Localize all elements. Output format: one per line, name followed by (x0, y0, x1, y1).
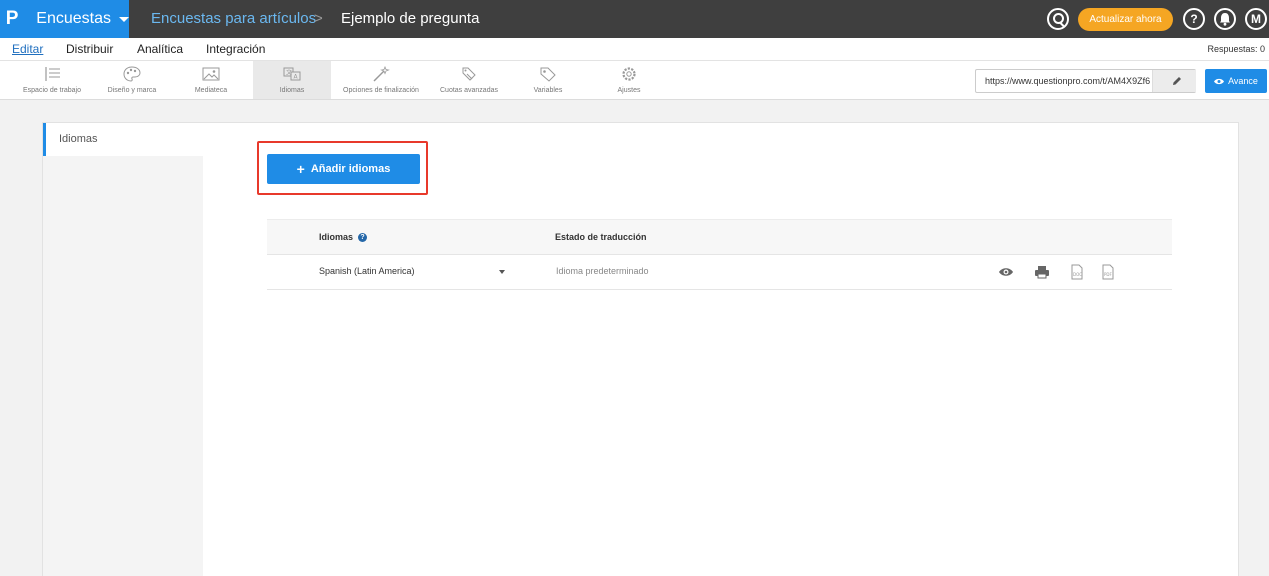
column-header-status: Estado de traducción (555, 232, 647, 242)
translate-icon: 文A (283, 67, 301, 81)
tool-label: Ajustes (617, 87, 641, 94)
tool-finish-options[interactable]: Opciones de finalización (334, 61, 428, 99)
svg-text:文: 文 (286, 69, 292, 77)
tool-advanced-quotas[interactable]: Cuotas avanzadas (431, 61, 507, 99)
top-bar: P Encuestas Encuestas para artículos > E… (0, 0, 1269, 38)
editor-toolbar: Espacio de trabajo Diseño y marca Mediat… (0, 61, 1269, 100)
language-select[interactable]: Spanish (Latin America) (319, 266, 415, 276)
tool-label: Mediateca (194, 87, 228, 94)
survey-url: https://www.questionpro.com/t/AM4X9Zf6 (985, 76, 1151, 86)
palette-icon (123, 66, 141, 82)
eye-icon[interactable] (998, 264, 1014, 280)
tool-design[interactable]: Diseño y marca (96, 61, 168, 99)
tool-label: Opciones de finalización (343, 87, 419, 94)
tool-label: Idiomas (279, 87, 305, 94)
tool-settings[interactable]: Ajustes (593, 61, 665, 99)
pdf-label: PDF (1104, 272, 1112, 277)
sidebar-item-label: Idiomas (59, 133, 98, 145)
breadcrumb-current: Ejemplo de pregunta (341, 10, 480, 27)
pdf-file-icon[interactable]: PDF (1100, 264, 1116, 280)
edit-url-button[interactable] (1152, 70, 1196, 92)
survey-url-field[interactable]: https://www.questionpro.com/t/AM4X9Zf6 (975, 69, 1196, 93)
tool-languages[interactable]: 文A Idiomas (253, 61, 331, 99)
quota-icon (462, 67, 476, 81)
product-switcher[interactable]: P Encuestas (0, 0, 129, 38)
pencil-icon (1173, 77, 1181, 85)
languages-panel: Idiomas (42, 122, 1239, 576)
chevron-down-icon (119, 16, 129, 22)
preview-button[interactable]: Avance (1205, 69, 1267, 93)
bell-glyph (1220, 13, 1230, 26)
product-name: Encuestas (36, 10, 111, 27)
column-label: Idiomas (319, 232, 354, 242)
tool-label: Diseño y marca (107, 87, 157, 94)
languages-table: Idiomas ? Estado de traducción Spanish (… (267, 219, 1172, 290)
breadcrumb-separator: > (314, 10, 323, 27)
breadcrumb-parent[interactable]: Encuestas para artículos (151, 10, 316, 27)
eye-icon (1214, 78, 1225, 84)
section-nav: Editar Distribuir Analítica Integración … (0, 38, 1269, 61)
table-header: Idiomas ? Estado de traducción (267, 219, 1172, 255)
tag-icon (540, 67, 556, 82)
magic-wand-icon (373, 66, 390, 82)
caret-down-icon[interactable] (499, 270, 505, 274)
add-languages-button[interactable]: + Añadir idiomas (267, 154, 420, 184)
help-icon[interactable]: ? (1183, 8, 1205, 30)
tool-label: Variables (533, 87, 563, 94)
questionpro-logo: P (5, 8, 19, 29)
preview-label: Avance (1228, 76, 1258, 86)
nav-item-integration[interactable]: Integración (206, 42, 265, 56)
print-icon[interactable] (1034, 264, 1050, 280)
sidebar-item-languages[interactable]: Idiomas (43, 123, 203, 156)
image-icon (202, 67, 220, 81)
doc-file-icon[interactable]: DOC (1069, 264, 1085, 280)
doc-label: DOC (1073, 272, 1082, 277)
add-languages-label: Añadir idiomas (310, 163, 391, 175)
bell-icon[interactable] (1214, 8, 1236, 30)
responses-count: Respuestas: 0 (1207, 44, 1265, 54)
upgrade-button[interactable]: Actualizar ahora (1078, 8, 1173, 31)
search-icon[interactable] (1047, 8, 1069, 30)
table-row: Spanish (Latin America) Idioma predeterm… (267, 255, 1172, 290)
nav-item-edit[interactable]: Editar (12, 42, 43, 56)
nav-item-distribute[interactable]: Distribuir (66, 42, 113, 56)
column-header-languages: Idiomas ? (319, 232, 368, 242)
translation-status: Idioma predeterminado (556, 266, 649, 276)
sidebar: Idiomas (43, 123, 203, 576)
tool-label: Cuotas avanzadas (440, 87, 498, 94)
avatar[interactable]: M (1245, 8, 1267, 30)
tool-media[interactable]: Mediateca (175, 61, 247, 99)
nav-item-analytics[interactable]: Analítica (137, 42, 183, 56)
workspace-icon (45, 67, 60, 81)
tool-label: Espacio de trabajo (23, 87, 81, 94)
gear-icon (622, 67, 636, 81)
tool-workspace[interactable]: Espacio de trabajo (13, 61, 91, 99)
plus-icon: + (296, 161, 305, 177)
question-circle-icon[interactable]: ? (358, 232, 368, 242)
tool-variables[interactable]: Variables (512, 61, 584, 99)
